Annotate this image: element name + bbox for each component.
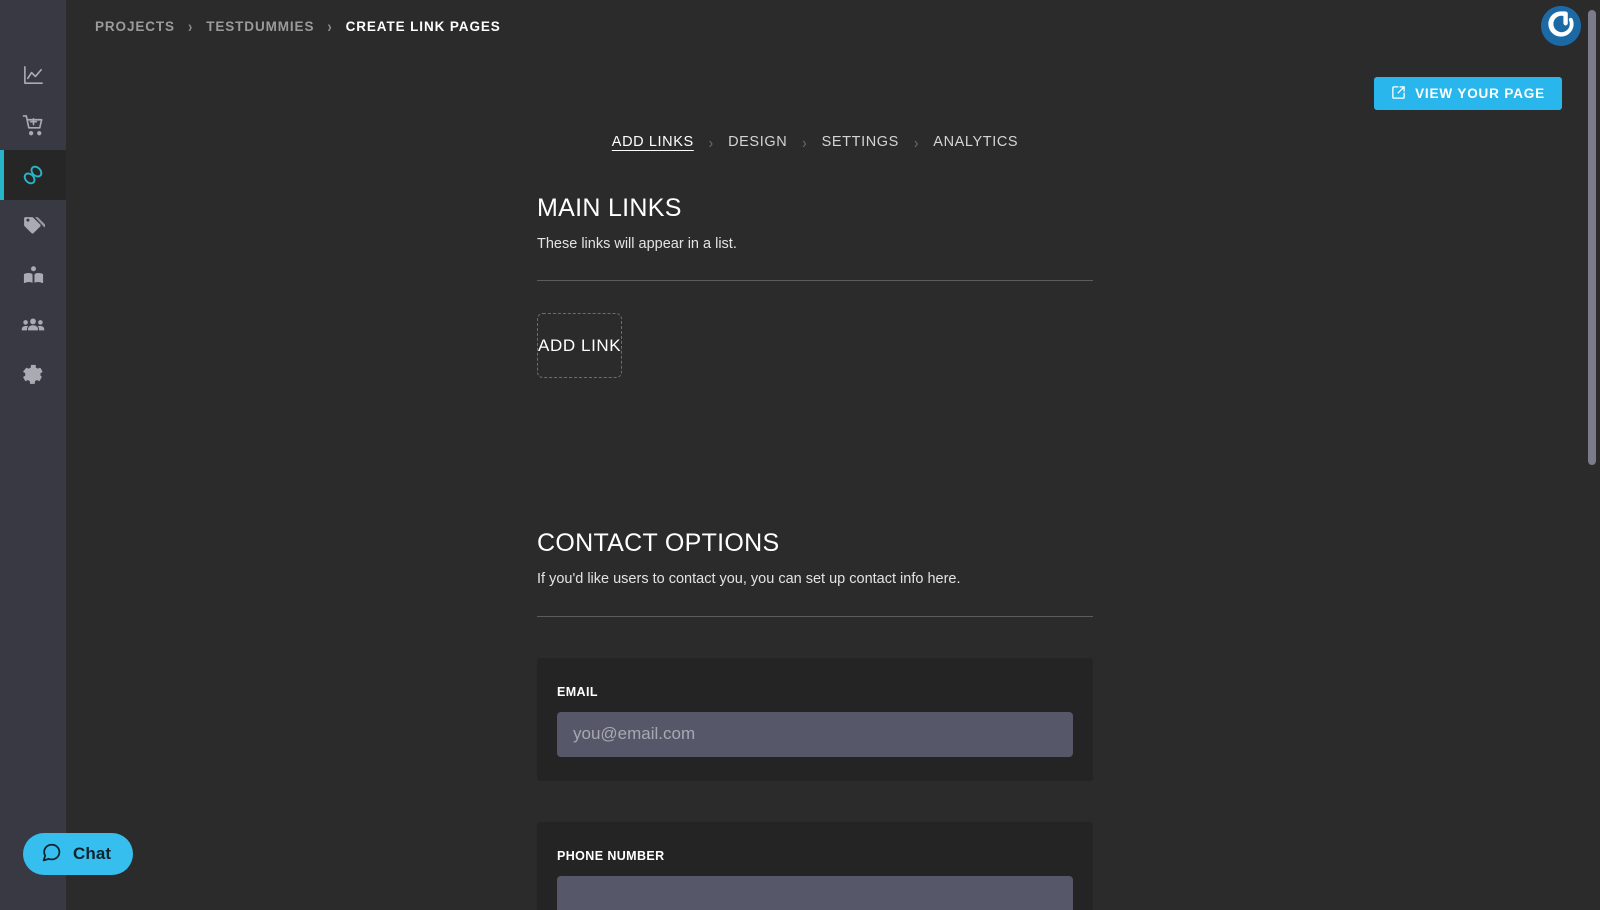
- chart-line-icon: [22, 64, 45, 87]
- external-link-icon: [1391, 85, 1406, 103]
- main-area: PROJECTS › TESTDUMMIES › CREATE LINK PAG…: [66, 0, 1600, 910]
- contact-options-section: CONTACT OPTIONS If you'd like users to c…: [537, 530, 1093, 910]
- email-field-label: EMAIL: [557, 684, 598, 699]
- breadcrumb: PROJECTS › TESTDUMMIES › CREATE LINK PAG…: [95, 17, 501, 36]
- sidebar-item-settings[interactable]: [0, 350, 66, 400]
- phone-field-card: PHONE NUMBER: [537, 821, 1093, 910]
- vertical-scrollbar-thumb[interactable]: [1588, 10, 1596, 465]
- tab-add-links[interactable]: ADD LINKS: [612, 134, 694, 150]
- tab-settings[interactable]: SETTINGS: [822, 134, 899, 150]
- users-icon: [21, 313, 45, 337]
- email-input[interactable]: [557, 711, 1073, 757]
- avatar[interactable]: [1541, 6, 1581, 46]
- main-links-section: MAIN LINKS These links will appear in a …: [537, 194, 1093, 379]
- sidebar-item-tags[interactable]: [0, 200, 66, 250]
- sidebar: [0, 0, 66, 910]
- content-area: MAIN LINKS These links will appear in a …: [66, 194, 1564, 910]
- tags-icon: [22, 214, 45, 237]
- phone-field-label: PHONE NUMBER: [557, 848, 665, 863]
- breadcrumb-item-projects[interactable]: PROJECTS: [95, 19, 175, 34]
- section-divider: [537, 615, 1093, 617]
- content-column: MAIN LINKS These links will appear in a …: [537, 194, 1093, 910]
- view-your-page-button[interactable]: VIEW YOUR PAGE: [1374, 77, 1562, 110]
- chevron-right-icon: ›: [802, 133, 807, 151]
- book-reader-icon: [22, 264, 45, 287]
- email-field-card: EMAIL: [537, 657, 1093, 781]
- tab-design[interactable]: DESIGN: [728, 134, 787, 150]
- chat-widget-label: Chat: [73, 844, 112, 863]
- chevron-right-icon: ›: [708, 133, 714, 151]
- sidebar-item-links[interactable]: [0, 150, 66, 200]
- phone-input[interactable]: [557, 875, 1073, 910]
- tab-analytics[interactable]: ANALYTICS: [933, 134, 1018, 150]
- chat-widget-button[interactable]: Chat: [23, 833, 134, 875]
- sidebar-item-learn[interactable]: [0, 250, 66, 300]
- sidebar-item-store[interactable]: [0, 100, 66, 150]
- gravatar-logo-icon: [1541, 6, 1581, 46]
- add-link-button[interactable]: ADD LINK: [537, 313, 623, 379]
- main-links-title: MAIN LINKS: [537, 194, 682, 222]
- chat-bubble-icon: [41, 842, 62, 866]
- main-links-subtitle: These links will appear in a list.: [537, 235, 737, 252]
- app-root: PROJECTS › TESTDUMMIES › CREATE LINK PAG…: [0, 0, 1600, 910]
- view-your-page-label: VIEW YOUR PAGE: [1415, 86, 1545, 101]
- chevron-right-icon: ›: [327, 17, 333, 36]
- section-divider: [537, 280, 1093, 282]
- step-tabs: ADD LINKS › DESIGN › SETTINGS › ANALYTIC…: [66, 133, 1564, 151]
- contact-options-title: CONTACT OPTIONS: [537, 529, 780, 558]
- link-icon: [21, 163, 45, 187]
- breadcrumb-item-testdummies[interactable]: TESTDUMMIES: [206, 19, 314, 34]
- gear-icon: [21, 363, 45, 387]
- breadcrumb-item-create-link-pages: CREATE LINK PAGES: [345, 19, 501, 34]
- sidebar-item-audience[interactable]: [0, 300, 66, 350]
- shopping-cart-icon: [22, 114, 45, 137]
- chevron-right-icon: ›: [913, 133, 919, 151]
- contact-options-subtitle: If you'd like users to contact you, you …: [537, 570, 961, 587]
- sidebar-item-analytics[interactable]: [0, 50, 66, 100]
- chevron-right-icon: ›: [187, 17, 194, 36]
